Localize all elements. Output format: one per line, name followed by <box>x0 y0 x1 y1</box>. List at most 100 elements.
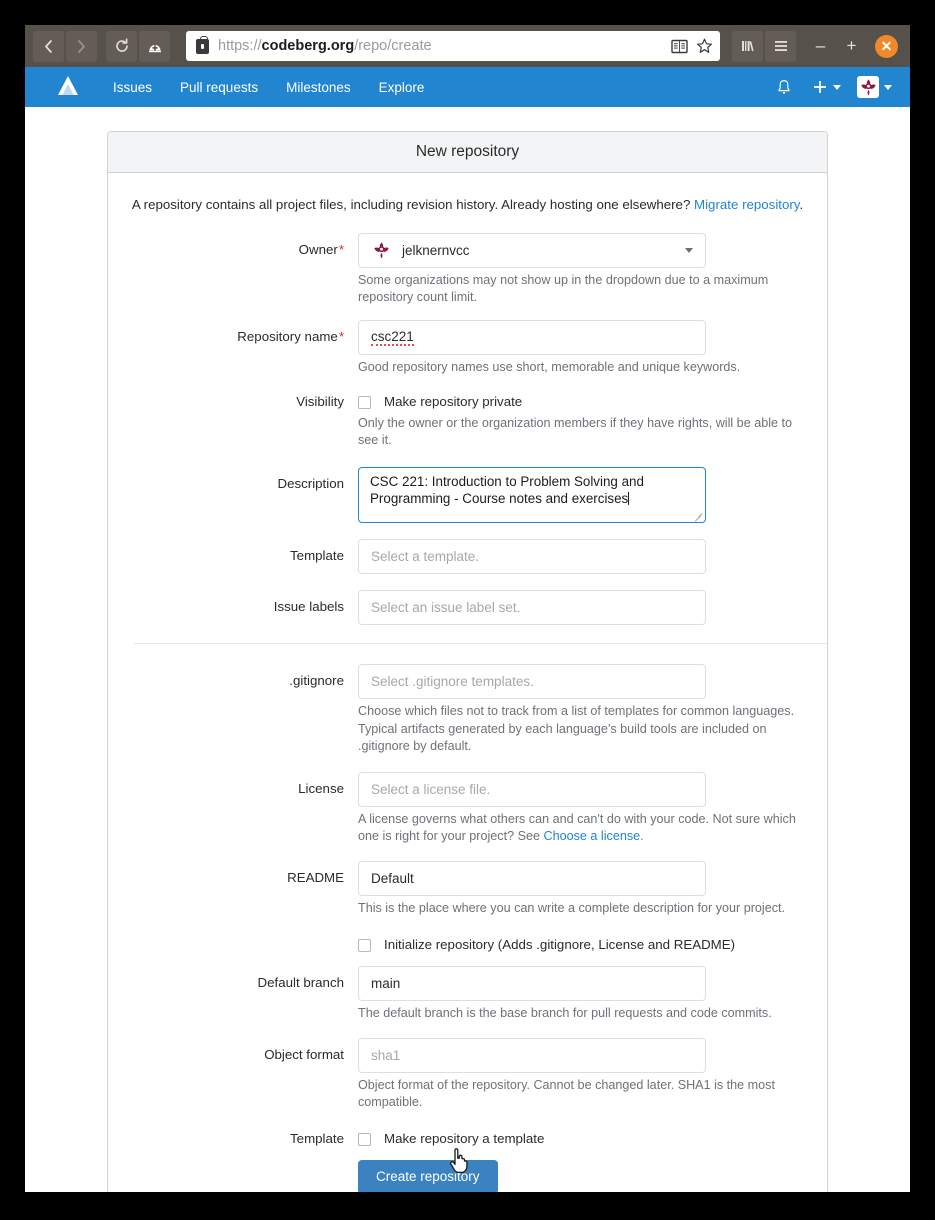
initialize-spacer <box>121 934 358 954</box>
avatar-chevron-down-icon[interactable] <box>884 84 892 90</box>
repository-name-input[interactable]: csc221 <box>358 320 706 356</box>
initialize-checkbox-row: Initialize repository (Adds .gitignore, … <box>358 934 814 954</box>
make-template-checkbox-row: Make repository a template <box>358 1128 814 1148</box>
codeberg-logo-icon[interactable] <box>53 72 83 102</box>
star-icon[interactable] <box>696 38 713 54</box>
menu-button[interactable] <box>765 30 796 62</box>
required-marker: * <box>338 241 344 257</box>
issue-labels-control: Select an issue label set. <box>358 590 814 626</box>
default-branch-input[interactable]: main <box>358 965 706 1001</box>
visibility-label: Visibility <box>296 393 344 409</box>
address-bar[interactable]: https://codeberg.org/repo/create <box>186 31 720 61</box>
visibility-checkbox-row: Make repository private <box>358 391 814 411</box>
bell-icon[interactable] <box>766 79 802 96</box>
resize-grip-icon[interactable] <box>693 511 703 521</box>
field-default-branch: Default branch main The default branch i… <box>121 965 814 1022</box>
make-template-control: Make repository a template <box>358 1128 814 1148</box>
reload-button[interactable] <box>106 30 137 62</box>
text-cursor <box>628 491 630 505</box>
description-textarea[interactable]: CSC 221: Introduction to Problem Solving… <box>358 467 706 524</box>
owner-value-group: jelknernvcc <box>371 240 470 260</box>
make-template-checkbox-label[interactable]: Make repository a template <box>384 1130 544 1148</box>
visibility-hint: Only the owner or the organization membe… <box>358 415 793 448</box>
nav-link-pull-requests[interactable]: Pull requests <box>166 80 272 95</box>
readme-control: Default This is the place where you can … <box>358 861 814 917</box>
nav-link-issues[interactable]: Issues <box>99 80 166 95</box>
choose-a-license-link[interactable]: Choose a license <box>544 829 641 843</box>
owner-control: jelknernvcc Some organizations may not s… <box>358 232 814 307</box>
object-format-control: sha1 Object format of the repository. Ca… <box>358 1037 814 1112</box>
owner-hint: Some organizations may not show up in th… <box>358 272 769 304</box>
reader-view-icon[interactable] <box>671 39 688 54</box>
field-license: License Select a license file. A license… <box>121 771 814 846</box>
repository-name-hint: Good repository names use short, memorab… <box>358 360 741 375</box>
reload-icon <box>115 38 128 52</box>
owner-value: jelknernvcc <box>402 242 470 258</box>
url-text: https://codeberg.org/repo/create <box>218 38 671 54</box>
minimize-button[interactable]: – <box>805 31 836 61</box>
owner-dropdown[interactable]: jelknernvcc <box>358 232 706 268</box>
new-repository-card: New repository A repository contains all… <box>107 131 829 1192</box>
browser-window-controls: – + ✕ <box>732 30 902 62</box>
template-select-input[interactable]: Select a template. <box>358 539 706 575</box>
forward-arrow-icon <box>78 39 85 53</box>
migrate-repository-link[interactable]: Migrate repository <box>694 197 799 212</box>
gitignore-control: Select .gitignore templates. Choose whic… <box>358 664 814 755</box>
license-control: Select a license file. A license governs… <box>358 771 814 846</box>
submit-spacer <box>121 1160 358 1192</box>
repository-name-label: Repository name* <box>121 320 358 376</box>
url-path: /repo/create <box>354 38 432 54</box>
gitignore-input[interactable]: Select .gitignore templates. <box>358 664 706 700</box>
field-gitignore: .gitignore Select .gitignore templates. … <box>121 664 814 755</box>
make-private-checkbox[interactable] <box>358 395 371 409</box>
container-tab-button[interactable] <box>139 30 170 62</box>
readme-input[interactable]: Default <box>358 861 706 897</box>
license-input[interactable]: Select a license file. <box>358 771 706 807</box>
template-select-control: Select a template. <box>358 539 814 575</box>
initialize-repository-checkbox[interactable] <box>358 938 371 952</box>
url-host: codeberg.org <box>261 38 355 54</box>
create-repository-button[interactable]: Create repository <box>358 1159 498 1192</box>
back-button[interactable] <box>33 30 64 62</box>
form-body: A repository contains all project files,… <box>108 173 829 1192</box>
initialize-control: Initialize repository (Adds .gitignore, … <box>358 934 814 954</box>
default-branch-control: main The default branch is the base bran… <box>358 965 814 1022</box>
create-new-button[interactable] <box>802 79 851 95</box>
make-template-checkbox[interactable] <box>358 1132 371 1146</box>
make-private-label[interactable]: Make repository private <box>384 393 522 411</box>
description-control: CSC 221: Introduction to Problem Solving… <box>358 467 814 524</box>
nav-link-milestones[interactable]: Milestones <box>272 80 365 95</box>
address-bar-icons <box>671 38 713 54</box>
maximize-button[interactable]: + <box>836 31 867 61</box>
new-container-tab-icon <box>148 45 161 53</box>
user-avatar[interactable] <box>857 76 879 98</box>
close-button[interactable]: ✕ <box>875 34 898 58</box>
field-template-select: Template Select a template. <box>121 539 814 575</box>
owner-label-text: Owner <box>298 241 338 257</box>
submit-row: Create repository <box>121 1159 814 1192</box>
license-hint-period: . <box>640 828 644 843</box>
gitignore-hint: Choose which files not to track from a l… <box>358 704 795 754</box>
nav-link-explore[interactable]: Explore <box>365 80 439 95</box>
make-template-label: Template <box>290 1130 344 1146</box>
license-hint: A license governs what others can and ca… <box>358 811 813 846</box>
nav-right-group <box>766 76 892 98</box>
issue-labels-input[interactable]: Select an issue label set. <box>358 590 706 626</box>
repository-name-control: csc221 Good repository names use short, … <box>358 320 814 376</box>
object-format-label: Object format <box>264 1046 344 1062</box>
initialize-repository-label[interactable]: Initialize repository (Adds .gitignore, … <box>384 936 735 954</box>
forward-button[interactable] <box>66 30 97 62</box>
intro-period: . <box>799 197 804 212</box>
intro-text: A repository contains all project files,… <box>121 196 814 215</box>
object-format-input[interactable]: sha1 <box>358 1037 706 1073</box>
chevron-down-icon <box>685 247 693 253</box>
default-branch-hint: The default branch is the base branch fo… <box>358 1005 772 1020</box>
intro-sentence: A repository contains all project files,… <box>131 197 695 212</box>
library-button[interactable] <box>732 30 763 62</box>
navigation-buttons <box>33 30 172 62</box>
field-issue-labels: Issue labels Select an issue label set. <box>121 590 814 626</box>
object-format-hint: Object format of the repository. Cannot … <box>358 1077 775 1110</box>
required-marker: * <box>338 329 344 345</box>
browser-toolbar: https://codeberg.org/repo/create – + ✕ <box>25 25 910 67</box>
owner-label: Owner* <box>121 233 358 307</box>
